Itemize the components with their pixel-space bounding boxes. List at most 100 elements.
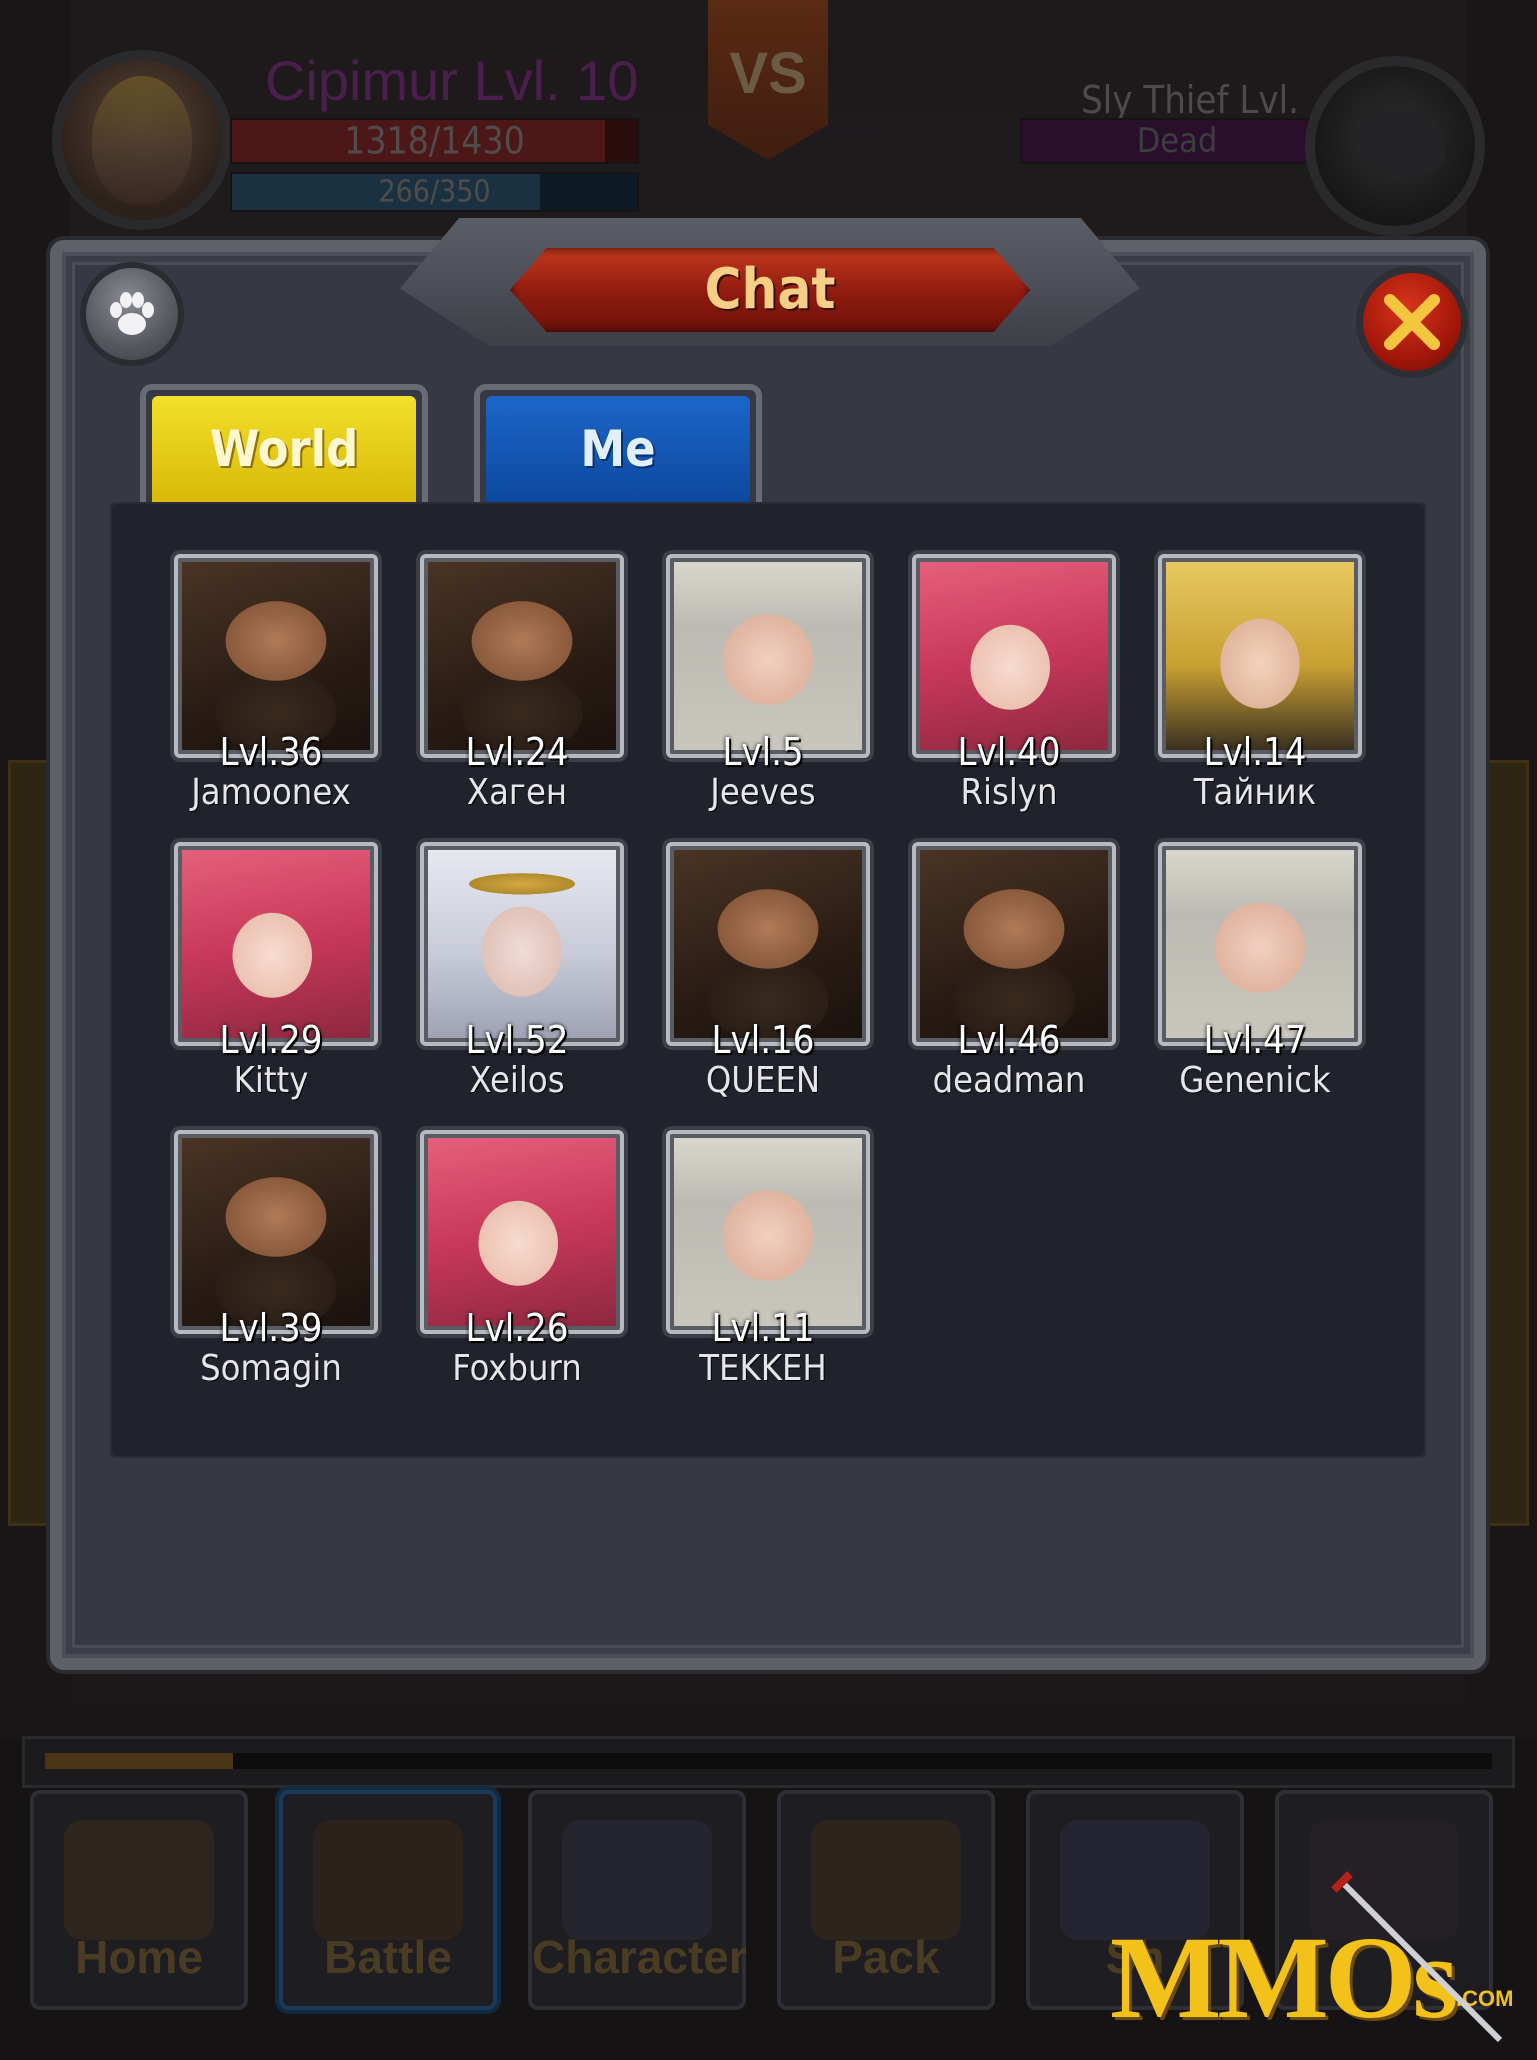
avatar-portrait [674,850,862,1038]
nav-label: Battle [324,1931,452,1983]
player-level: Lvl.46 [957,1018,1061,1062]
player-card[interactable]: Lvl.46 deadman [886,842,1132,1112]
home-icon [64,1820,214,1940]
player-name: TEKKEH [699,1348,827,1389]
player-level: Lvl.5 [722,730,804,774]
player-avatar[interactable] [420,1130,624,1334]
dialog-title: Chat [704,257,836,322]
avatar-portrait [920,850,1108,1038]
player-level: Lvl.16 [711,1018,815,1062]
player-avatar[interactable] [912,554,1116,758]
enemy-hp-bar: Dead [1020,118,1334,164]
mmos-watermark: MMOs .COM [1100,1871,1537,2043]
player-portrait [52,50,232,230]
player-level: Lvl.40 [957,730,1061,774]
nav-home-button[interactable]: Home [30,1790,248,2010]
avatar-portrait [674,1138,862,1326]
player-avatar[interactable] [1158,842,1362,1046]
right-side-panel [1487,760,1529,1526]
player-level: Lvl.14 [1203,730,1307,774]
battle-icon [313,1820,463,1940]
paw-button[interactable] [80,262,184,366]
player-card[interactable]: Lvl.26 Foxburn [394,1130,640,1400]
player-name: Jamoonex [191,772,351,813]
nav-label: Character [532,1931,747,1983]
player-card[interactable]: Lvl.16 QUEEN [640,842,886,1112]
battle-hud: Cipimur Lvl. 10 1318/1430 266/350 VS Sly… [0,0,1537,236]
player-avatar[interactable] [666,1130,870,1334]
player-avatar[interactable] [420,554,624,758]
avatar-portrait [1166,850,1354,1038]
nav-label: Pack [832,1931,940,1983]
player-name: Тайник [1193,772,1317,813]
player-avatar[interactable] [420,842,624,1046]
pack-icon [811,1820,961,1940]
player-level: Lvl.29 [219,1018,323,1062]
tab-world[interactable]: World [140,384,428,502]
player-name: Хаген [466,772,568,813]
player-level: Lvl.47 [1203,1018,1307,1062]
player-name: Genenick [1179,1060,1331,1101]
experience-fill [45,1753,234,1769]
player-avatar[interactable] [174,554,378,758]
player-card[interactable]: Lvl.36 Jamoonex [148,554,394,824]
player-avatar[interactable] [1158,554,1362,758]
player-mp-bar: 266/350 [230,172,639,212]
nav-label: Home [75,1931,203,1983]
close-icon [1384,294,1440,350]
player-avatar[interactable] [174,1130,378,1334]
player-avatar[interactable] [666,842,870,1046]
player-level: Lvl.36 [219,730,323,774]
sword-icon [1331,1871,1503,2043]
player-avatar[interactable] [912,842,1116,1046]
enemy-portrait [1305,56,1485,236]
experience-strip [22,1736,1515,1788]
player-card[interactable]: Lvl.14 Тайник [1132,554,1378,824]
tab-world-label: World [152,396,416,502]
player-hp-text: 1318/1430 [344,119,525,163]
player-level: Lvl.52 [465,1018,569,1062]
player-card[interactable]: Lvl.52 Xeilos [394,842,640,1112]
avatar-portrait [182,1138,370,1326]
player-avatar[interactable] [666,554,870,758]
avatar-portrait [182,850,370,1038]
player-name: Xeilos [469,1060,565,1101]
player-name: Cipimur Lvl. 10 [265,49,639,112]
avatar-portrait [428,562,616,750]
player-name: Foxburn [452,1348,582,1389]
nav-pack-button[interactable]: Pack [777,1790,995,2010]
player-mp-text: 266/350 [378,174,491,210]
player-name: Rislyn [960,772,1058,813]
nav-character-button[interactable]: Character [528,1790,747,2010]
player-avatar[interactable] [174,842,378,1046]
avatar-portrait [428,850,616,1038]
paw-icon [110,292,154,335]
enemy-status: Dead [1136,121,1218,161]
avatar-portrait [920,562,1108,750]
player-card[interactable]: Lvl.11 TEKKEH [640,1130,886,1400]
player-card[interactable]: Lvl.39 Somagin [148,1130,394,1400]
player-name: QUEEN [705,1060,821,1101]
player-card[interactable]: Lvl.29 Kitty [148,842,394,1112]
player-card[interactable]: Lvl.24 Хаген [394,554,640,824]
experience-track [45,1753,1492,1769]
player-card[interactable]: Lvl.5 Jeeves [640,554,886,824]
player-name: deadman [932,1060,1086,1101]
left-side-panel [8,760,50,1526]
avatar-portrait [1166,562,1354,750]
avatar-portrait [674,562,862,750]
player-level: Lvl.26 [465,1306,569,1350]
vs-label: VS [729,41,807,106]
player-card[interactable]: Lvl.47 Genenick [1132,842,1378,1112]
tab-me-label: Me [486,396,750,502]
player-level: Lvl.39 [219,1306,323,1350]
player-name: Kitty [233,1060,309,1101]
player-level: Lvl.24 [465,730,569,774]
player-card[interactable]: Lvl.40 Rislyn [886,554,1132,824]
avatar-portrait [182,562,370,750]
online-players-panel: Lvl.36 Jamoonex Lvl.24 Хаген Lvl.5 Jeeves Lvl.… [110,502,1426,1458]
tab-me[interactable]: Me [474,384,762,502]
close-button[interactable] [1356,266,1468,378]
player-level: Lvl.11 [711,1306,815,1350]
nav-battle-button[interactable]: Battle [279,1790,497,2010]
